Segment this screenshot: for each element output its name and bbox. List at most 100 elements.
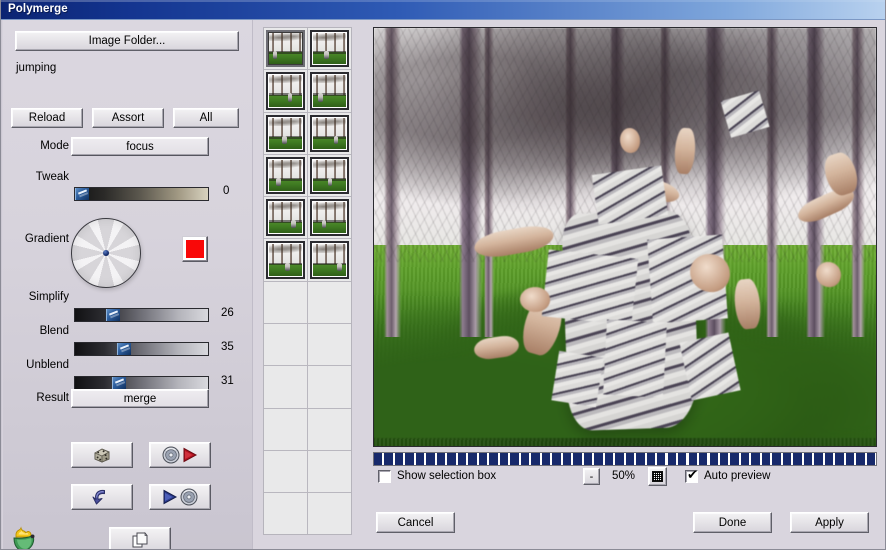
progress-segment: [699, 453, 708, 465]
unblend-slider-track: [75, 377, 208, 389]
progress-segment: [374, 453, 383, 465]
thumbnail-cell[interactable]: [264, 281, 308, 325]
simplify-slider[interactable]: [74, 308, 209, 322]
folder-name-label: jumping: [16, 62, 57, 74]
thumbnail-cell[interactable]: [307, 366, 351, 409]
save-settings-button[interactable]: [149, 484, 211, 510]
zoom-level-value: 50%: [612, 470, 636, 482]
progress-segment: [793, 453, 802, 465]
mode-field[interactable]: focus: [71, 137, 209, 156]
undo-button[interactable]: [71, 484, 133, 510]
progress-segment: [478, 453, 488, 465]
progress-segment: [856, 453, 865, 465]
disc-load-icon: [161, 446, 199, 464]
thumbnail-cell[interactable]: [307, 197, 351, 240]
thumbnail-cell[interactable]: [264, 450, 308, 494]
reload-button[interactable]: Reload: [11, 108, 83, 128]
progress-segment: [782, 453, 792, 465]
thumbnail-cell[interactable]: [307, 28, 351, 71]
auto-preview-checkbox[interactable]: ✔: [685, 469, 698, 483]
thumbnail-cell[interactable]: [264, 324, 308, 367]
assort-button[interactable]: Assort: [92, 108, 164, 128]
gradient-direction-dial[interactable]: [71, 218, 141, 288]
image-folder-button[interactable]: Image Folder...: [15, 31, 239, 51]
apply-button[interactable]: Apply: [790, 512, 869, 533]
done-button[interactable]: Done: [693, 512, 772, 533]
fit-grid-icon: [652, 471, 663, 482]
thumbnail-cell[interactable]: [307, 493, 351, 534]
thumbnail-cell[interactable]: [264, 154, 308, 198]
all-button[interactable]: All: [173, 108, 239, 128]
progress-segment: [751, 453, 760, 465]
thumbnail-image: [269, 244, 302, 276]
thumbnail-cell[interactable]: [307, 70, 351, 113]
thumbnail-image: [312, 117, 346, 149]
preview-image: [374, 28, 876, 446]
thumbnail-frame: [266, 156, 305, 195]
progress-segment: [761, 453, 771, 465]
copy-button[interactable]: [109, 527, 171, 549]
thumbnail-grid: [264, 28, 351, 534]
thumbnail-cell[interactable]: [264, 197, 308, 240]
thumbnail-image: [312, 202, 346, 234]
unblend-label: Unblend: [26, 359, 69, 371]
thumbnail-image: [312, 75, 346, 107]
dice-icon: [92, 446, 112, 464]
auto-preview-label: Auto preview: [704, 470, 771, 482]
tweak-slider-handle[interactable]: [75, 188, 89, 200]
zoom-fit-button[interactable]: [648, 467, 667, 486]
simplify-label: Simplify: [28, 291, 69, 303]
thumbnail-cell[interactable]: [264, 28, 308, 71]
thumbnail-cell[interactable]: [264, 239, 308, 282]
load-settings-button[interactable]: [149, 442, 211, 468]
tweak-value: 0: [223, 185, 230, 197]
title-bar[interactable]: Polymerge: [1, 0, 885, 20]
thumbnail-cell[interactable]: [264, 70, 308, 113]
progress-segment: [541, 453, 551, 465]
preview-fragment: [541, 249, 639, 326]
progress-segment: [730, 453, 739, 465]
blend-slider[interactable]: [74, 342, 209, 356]
randomize-button[interactable]: [71, 442, 133, 468]
preview-area[interactable]: [373, 27, 877, 447]
thumbnail-cell[interactable]: [264, 493, 308, 534]
thumbnail-cell[interactable]: [307, 154, 351, 198]
thumbnail-cell[interactable]: [307, 450, 351, 494]
unblend-slider[interactable]: [74, 376, 209, 390]
thumbnail-frame: [309, 241, 349, 279]
simplify-slider-handle[interactable]: [105, 309, 120, 321]
unblend-slider-handle[interactable]: [111, 377, 126, 389]
flame-logo-icon: [10, 526, 40, 549]
progress-segment: [510, 453, 519, 465]
window-title: Polymerge: [8, 3, 68, 15]
blend-value: 35: [221, 341, 234, 353]
tweak-slider[interactable]: [74, 187, 209, 201]
thumbnail-cell[interactable]: [307, 112, 351, 155]
cancel-button[interactable]: Cancel: [376, 512, 455, 533]
thumbnail-cell[interactable]: [264, 366, 308, 409]
thumbnail-strip[interactable]: [263, 27, 352, 535]
progress-segment: [405, 453, 414, 465]
result-field[interactable]: merge: [71, 389, 209, 408]
progress-segment: [657, 453, 666, 465]
preview-fragment: [602, 319, 668, 398]
thumbnail-cell[interactable]: [264, 112, 308, 155]
progress-segment: [552, 453, 561, 465]
thumbnail-cell[interactable]: [307, 281, 351, 325]
progress-segment: [719, 453, 729, 465]
thumbnail-cell[interactable]: [307, 324, 351, 367]
show-selection-box-checkbox[interactable]: [378, 470, 391, 483]
zoom-out-button[interactable]: -: [583, 468, 600, 485]
render-progress-bar: [373, 452, 877, 466]
tweak-slider-track: [75, 188, 208, 200]
app-logo: [7, 523, 43, 549]
thumbnail-cell[interactable]: [264, 408, 308, 451]
progress-segment: [667, 453, 676, 465]
gradient-label: Gradient: [24, 233, 69, 245]
gradient-color-swatch[interactable]: [182, 236, 208, 262]
blend-slider-handle[interactable]: [116, 343, 131, 355]
thumbnail-cell[interactable]: [307, 408, 351, 451]
progress-segment: [499, 453, 509, 465]
progress-segment: [740, 453, 750, 465]
thumbnail-cell[interactable]: [307, 239, 351, 282]
